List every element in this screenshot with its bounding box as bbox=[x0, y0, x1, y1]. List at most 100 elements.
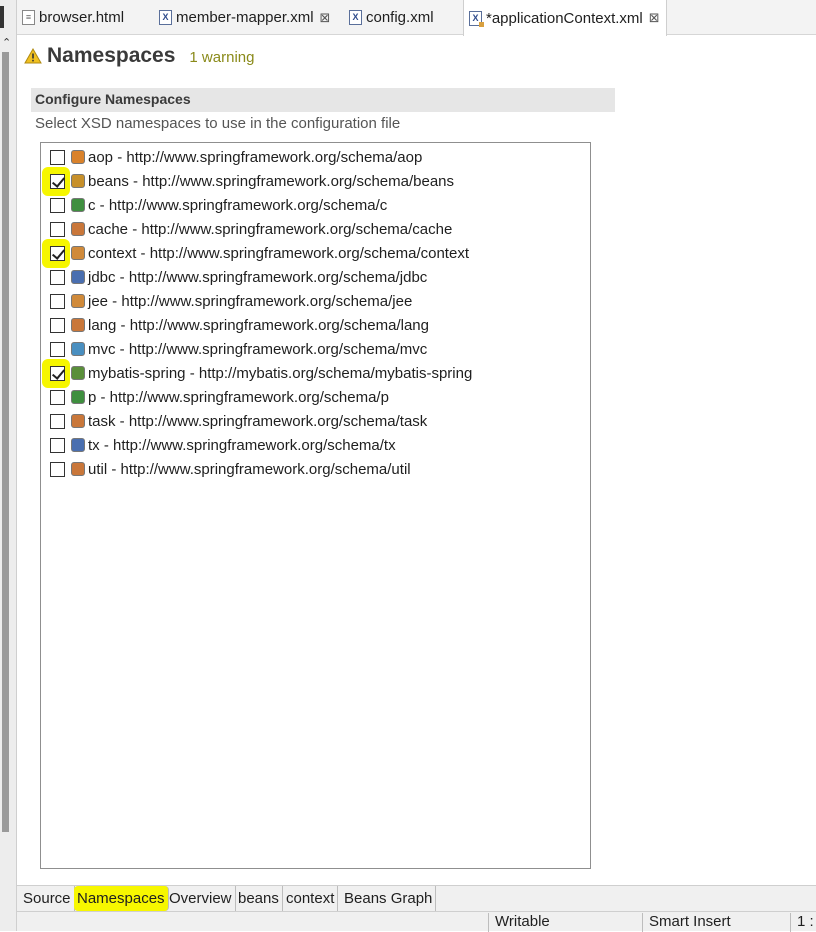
checkbox-wrapper bbox=[46, 314, 68, 336]
namespace-checkbox[interactable] bbox=[49, 245, 65, 261]
namespace-label: jee - http://www.springframework.org/sch… bbox=[88, 292, 413, 310]
form-header: Namespaces 1 warning bbox=[24, 44, 254, 68]
jdbc-icon bbox=[71, 270, 85, 284]
page-tab-overview[interactable]: Overview bbox=[166, 886, 236, 911]
xml-file-icon: X bbox=[159, 10, 172, 25]
namespace-row[interactable]: context - http://www.springframework.org… bbox=[42, 239, 469, 268]
tab-label: config.xml bbox=[366, 9, 434, 26]
tab-label: member-mapper.xml bbox=[176, 9, 314, 26]
namespace-checkbox[interactable] bbox=[49, 149, 65, 165]
namespace-label: beans - http://www.springframework.org/s… bbox=[88, 172, 454, 190]
context-icon bbox=[71, 246, 85, 260]
namespace-label: p - http://www.springframework.org/schem… bbox=[88, 388, 389, 406]
namespace-row[interactable]: aop - http://www.springframework.org/sch… bbox=[46, 145, 422, 169]
page-tab-label: Overview bbox=[169, 890, 232, 907]
lang-icon bbox=[71, 318, 85, 332]
namespace-list[interactable]: aop - http://www.springframework.org/sch… bbox=[40, 142, 591, 869]
namespace-label: cache - http://www.springframework.org/s… bbox=[88, 220, 453, 238]
namespace-label: mybatis-spring - http://mybatis.org/sche… bbox=[88, 364, 473, 382]
xml-file-icon: X bbox=[349, 10, 362, 25]
namespace-row[interactable]: task - http://www.springframework.org/sc… bbox=[46, 409, 427, 433]
namespace-checkbox[interactable] bbox=[49, 197, 65, 213]
checkbox-wrapper bbox=[46, 266, 68, 288]
namespace-row[interactable]: tx - http://www.springframework.org/sche… bbox=[46, 433, 396, 457]
checkbox-wrapper bbox=[46, 410, 68, 432]
aop-icon bbox=[71, 150, 85, 164]
section-title: Configure Namespaces bbox=[31, 88, 615, 112]
page-tab-label: context bbox=[286, 890, 335, 907]
namespace-row[interactable]: p - http://www.springframework.org/schem… bbox=[46, 385, 389, 409]
namespace-row[interactable]: mvc - http://www.springframework.org/sch… bbox=[46, 337, 427, 361]
tab-application-context-xml[interactable]: X *applicationContext.xml ⊠ bbox=[463, 0, 667, 36]
page-tab-beans-graph[interactable]: Beans Graph bbox=[341, 886, 437, 911]
namespace-label: context - http://www.springframework.org… bbox=[88, 244, 469, 262]
section-description: Select XSD namespaces to use in the conf… bbox=[35, 115, 401, 132]
namespace-label: jdbc - http://www.springframework.org/sc… bbox=[88, 268, 428, 286]
namespace-row[interactable]: jee - http://www.springframework.org/sch… bbox=[46, 289, 412, 313]
sidebar-handle-top bbox=[0, 6, 4, 28]
page-tab-label: Source bbox=[23, 890, 71, 907]
status-writable: Writable bbox=[488, 913, 640, 932]
status-insert-mode[interactable]: Smart Insert bbox=[642, 913, 790, 932]
namespace-row[interactable]: util - http://www.springframework.org/sc… bbox=[46, 457, 411, 481]
namespace-checkbox[interactable] bbox=[49, 413, 65, 429]
namespace-row[interactable]: c - http://www.springframework.org/schem… bbox=[46, 193, 387, 217]
tab-label: browser.html bbox=[39, 9, 125, 26]
namespace-checkbox[interactable] bbox=[49, 293, 65, 309]
html-file-icon: ≡ bbox=[22, 10, 35, 25]
namespace-checkbox[interactable] bbox=[49, 389, 65, 405]
editor-tab-bar: ≡ browser.html X member-mapper.xml ⊠ X c… bbox=[17, 0, 816, 36]
cache-icon bbox=[71, 222, 85, 236]
namespace-label: c - http://www.springframework.org/schem… bbox=[88, 196, 388, 214]
namespace-checkbox[interactable] bbox=[49, 173, 65, 189]
tab-config-xml[interactable]: X config.xml bbox=[349, 0, 434, 35]
close-icon[interactable]: ⊠ bbox=[649, 10, 660, 26]
c-namespace-icon bbox=[71, 198, 85, 212]
collapse-chevron-icon[interactable]: ⌃ bbox=[2, 36, 11, 49]
checkbox-wrapper bbox=[46, 146, 68, 168]
page-tab-namespaces[interactable]: Namespaces bbox=[74, 886, 169, 911]
namespace-checkbox[interactable] bbox=[49, 317, 65, 333]
task-icon bbox=[71, 414, 85, 428]
namespace-row[interactable]: lang - http://www.springframework.org/sc… bbox=[46, 313, 429, 337]
tab-member-mapper-xml[interactable]: X member-mapper.xml ⊠ bbox=[159, 0, 330, 35]
warning-icon bbox=[24, 48, 42, 64]
close-icon[interactable]: ⊠ bbox=[320, 10, 331, 26]
namespace-checkbox[interactable] bbox=[49, 365, 65, 381]
page-tab-source[interactable]: Source bbox=[20, 886, 75, 911]
status-cursor-position: 1 : bbox=[790, 913, 816, 932]
page-tab-label: Namespaces bbox=[77, 890, 165, 907]
namespace-row[interactable]: mybatis-spring - http://mybatis.org/sche… bbox=[42, 359, 473, 388]
namespace-label: aop - http://www.springframework.org/sch… bbox=[88, 148, 423, 166]
mvc-globe-icon bbox=[71, 342, 85, 356]
namespace-row[interactable]: jdbc - http://www.springframework.org/sc… bbox=[46, 265, 427, 289]
namespace-checkbox[interactable] bbox=[49, 341, 65, 357]
page-tab-label: beans bbox=[238, 890, 279, 907]
checkbox-wrapper bbox=[46, 338, 68, 360]
namespace-row[interactable]: cache - http://www.springframework.org/s… bbox=[46, 217, 452, 241]
checkbox-wrapper bbox=[42, 167, 70, 196]
tab-label: *applicationContext.xml bbox=[486, 9, 643, 27]
page-tab-context[interactable]: context bbox=[283, 886, 339, 911]
tx-icon bbox=[71, 438, 85, 452]
namespace-checkbox[interactable] bbox=[49, 437, 65, 453]
warning-count-link[interactable]: 1 warning bbox=[189, 49, 254, 66]
namespace-checkbox[interactable] bbox=[49, 269, 65, 285]
checkbox-wrapper bbox=[46, 386, 68, 408]
namespace-checkbox[interactable] bbox=[49, 221, 65, 237]
checkbox-wrapper bbox=[42, 239, 70, 268]
checkbox-wrapper bbox=[46, 194, 68, 216]
sidebar-scrollbar[interactable] bbox=[2, 52, 9, 832]
checkbox-wrapper bbox=[46, 218, 68, 240]
namespace-row[interactable]: beans - http://www.springframework.org/s… bbox=[42, 167, 454, 196]
util-icon bbox=[71, 462, 85, 476]
p-namespace-icon bbox=[71, 390, 85, 404]
namespace-checkbox[interactable] bbox=[49, 461, 65, 477]
page-tab-beans[interactable]: beans bbox=[235, 886, 283, 911]
checkbox-wrapper bbox=[46, 290, 68, 312]
tab-browser-html[interactable]: ≡ browser.html bbox=[22, 0, 124, 35]
spring-xml-file-icon: X bbox=[469, 10, 484, 27]
jee-icon bbox=[71, 294, 85, 308]
page-title: Namespaces bbox=[47, 44, 176, 67]
left-sidebar-strip: ⌃ bbox=[0, 0, 17, 931]
